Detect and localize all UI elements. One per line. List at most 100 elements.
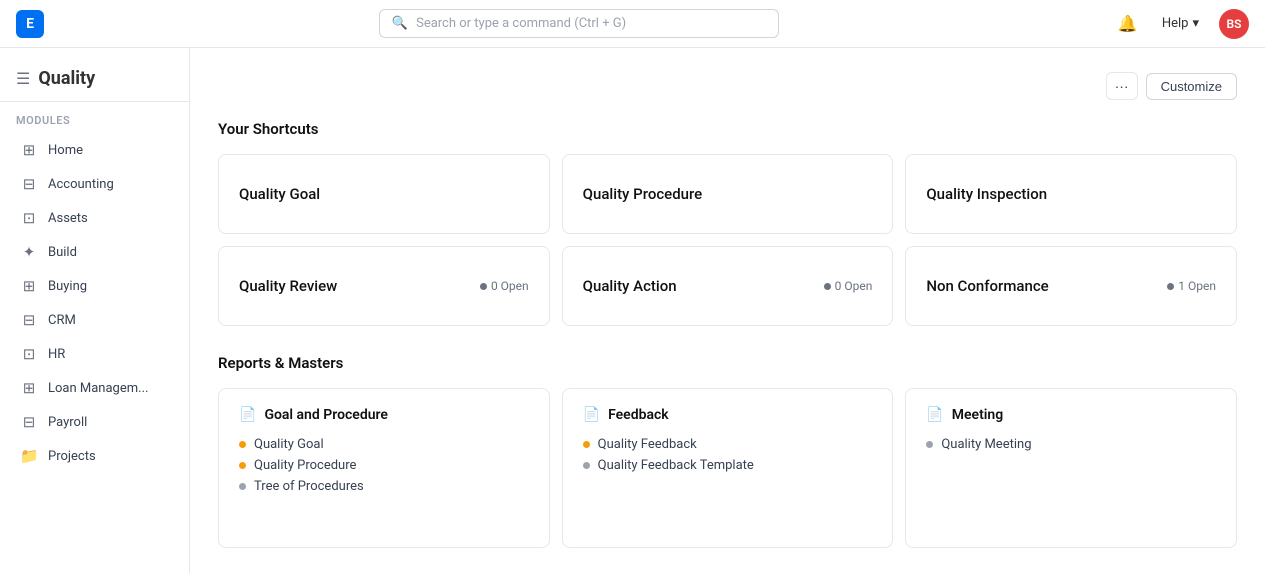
sidebar-item-assets[interactable]: ⊡ Assets xyxy=(4,201,185,235)
report-card-section-title: Meeting xyxy=(952,407,1003,423)
list-item-label: Quality Meeting xyxy=(941,437,1031,452)
help-chevron-icon: ▾ xyxy=(1192,16,1199,31)
bullet-icon xyxy=(926,441,933,448)
list-item[interactable]: Quality Feedback Template xyxy=(583,458,873,473)
buying-icon: ⊞ xyxy=(20,277,38,295)
shortcut-card-title: Quality Review xyxy=(239,277,337,295)
sidebar-header: ☰ Quality xyxy=(0,64,189,102)
bullet-icon xyxy=(239,462,246,469)
report-doc-icon: 📄 xyxy=(583,407,600,423)
notification-icon[interactable]: 🔔 xyxy=(1114,10,1142,38)
list-item-label: Tree of Procedures xyxy=(254,479,364,494)
sidebar-item-home[interactable]: ⊞ Home xyxy=(4,133,185,167)
open-badge: 0 Open xyxy=(824,279,873,293)
sidebar-item-label: Home xyxy=(48,143,83,158)
list-item-label: Quality Feedback Template xyxy=(598,458,754,473)
home-icon: ⊞ xyxy=(20,141,38,159)
page-header: ··· Customize xyxy=(218,72,1237,100)
list-item-label: Quality Procedure xyxy=(254,458,356,473)
hr-icon: ⊡ xyxy=(20,345,38,363)
sidebar-item-label: Build xyxy=(48,245,77,260)
reports-title: Reports & Masters xyxy=(218,354,1237,372)
open-dot xyxy=(824,283,831,290)
sidebar-item-crm[interactable]: ⊟ CRM xyxy=(4,303,185,337)
accounting-icon: ⊟ xyxy=(20,175,38,193)
sidebar-item-label: Loan Managem... xyxy=(48,381,148,396)
list-item[interactable]: Quality Goal xyxy=(239,437,529,452)
shortcut-card-quality-goal[interactable]: Quality Goal xyxy=(218,154,550,234)
shortcuts-section: Your Shortcuts Quality Goal Quality Proc… xyxy=(218,120,1237,326)
sidebar-item-label: Projects xyxy=(48,449,96,464)
sidebar: ☰ Quality MODULES ⊞ Home ⊟ Accounting ⊡ … xyxy=(0,48,190,573)
report-card-header: 📄 Goal and Procedure xyxy=(239,407,529,423)
sidebar-item-loan[interactable]: ⊞ Loan Managem... xyxy=(4,371,185,405)
assets-icon: ⊡ xyxy=(20,209,38,227)
sidebar-item-label: Payroll xyxy=(48,415,87,430)
report-list: Quality Feedback Quality Feedback Templa… xyxy=(583,437,873,473)
open-badge: 0 Open xyxy=(480,279,529,293)
sidebar-item-build[interactable]: ✦ Build xyxy=(4,235,185,269)
list-item-label: Quality Feedback xyxy=(598,437,697,452)
open-dot xyxy=(1167,283,1174,290)
open-count: 1 Open xyxy=(1178,279,1216,293)
shortcut-card-quality-action[interactable]: Quality Action 0 Open xyxy=(562,246,894,326)
sidebar-item-buying[interactable]: ⊞ Buying xyxy=(4,269,185,303)
sidebar-item-hr[interactable]: ⊡ HR xyxy=(4,337,185,371)
open-badge: 1 Open xyxy=(1167,279,1216,293)
report-doc-icon: 📄 xyxy=(926,407,943,423)
bullet-icon xyxy=(239,483,246,490)
shortcut-card-non-conformance[interactable]: Non Conformance 1 Open xyxy=(905,246,1237,326)
help-label: Help xyxy=(1162,16,1189,31)
shortcut-card-quality-inspection[interactable]: Quality Inspection xyxy=(905,154,1237,234)
sidebar-item-label: Accounting xyxy=(48,177,114,192)
shortcut-card-title: Quality Inspection xyxy=(926,185,1047,203)
search-icon: 🔍 xyxy=(392,16,408,31)
sidebar-item-payroll[interactable]: ⊟ Payroll xyxy=(4,405,185,439)
list-item[interactable]: Quality Feedback xyxy=(583,437,873,452)
list-item[interactable]: Quality Meeting xyxy=(926,437,1216,452)
build-icon: ✦ xyxy=(20,243,38,261)
search-placeholder-text: Search or type a command (Ctrl + G) xyxy=(416,16,626,31)
crm-icon: ⊟ xyxy=(20,311,38,329)
shortcut-card-title: Non Conformance xyxy=(926,277,1048,295)
sidebar-title: Quality xyxy=(38,68,95,89)
menu-icon[interactable]: ☰ xyxy=(16,69,30,88)
shortcuts-title: Your Shortcuts xyxy=(218,120,1237,138)
nav-left: E xyxy=(16,10,44,38)
main-layout: ☰ Quality MODULES ⊞ Home ⊟ Accounting ⊡ … xyxy=(0,48,1265,573)
bullet-icon xyxy=(583,462,590,469)
report-card-meeting: 📄 Meeting Quality Meeting xyxy=(905,388,1237,548)
sidebar-item-label: HR xyxy=(48,347,65,362)
topbar-right-actions: ··· Customize xyxy=(1106,72,1237,100)
shortcut-card-title: Quality Procedure xyxy=(583,185,703,203)
shortcut-card-quality-procedure[interactable]: Quality Procedure xyxy=(562,154,894,234)
reports-section: Reports & Masters 📄 Goal and Procedure Q… xyxy=(218,354,1237,548)
customize-button[interactable]: Customize xyxy=(1146,73,1237,100)
help-button[interactable]: Help ▾ xyxy=(1154,12,1207,35)
projects-icon: 📁 xyxy=(20,447,38,465)
report-doc-icon: 📄 xyxy=(239,407,256,423)
nav-right: 🔔 Help ▾ BS xyxy=(1114,9,1249,39)
report-card-header: 📄 Feedback xyxy=(583,407,873,423)
bullet-icon xyxy=(239,441,246,448)
sidebar-item-projects[interactable]: 📁 Projects xyxy=(4,439,185,473)
shortcut-card-title: Quality Action xyxy=(583,277,677,295)
list-item[interactable]: Quality Procedure xyxy=(239,458,529,473)
app-icon[interactable]: E xyxy=(16,10,44,38)
sidebar-item-label: Buying xyxy=(48,279,87,294)
sidebar-item-label: CRM xyxy=(48,313,76,328)
report-card-section-title: Goal and Procedure xyxy=(264,407,388,423)
avatar[interactable]: BS xyxy=(1219,9,1249,39)
shortcut-card-quality-review[interactable]: Quality Review 0 Open xyxy=(218,246,550,326)
sidebar-item-label: Assets xyxy=(48,211,88,226)
loan-icon: ⊞ xyxy=(20,379,38,397)
report-list: Quality Meeting xyxy=(926,437,1216,452)
sidebar-item-accounting[interactable]: ⊟ Accounting xyxy=(4,167,185,201)
open-count: 0 Open xyxy=(491,279,529,293)
bullet-icon xyxy=(583,441,590,448)
report-card-section-title: Feedback xyxy=(608,407,669,423)
list-item[interactable]: Tree of Procedures xyxy=(239,479,529,494)
search-bar[interactable]: 🔍 Search or type a command (Ctrl + G) xyxy=(379,9,779,38)
more-button[interactable]: ··· xyxy=(1106,72,1138,100)
nav-center: 🔍 Search or type a command (Ctrl + G) xyxy=(379,9,779,38)
